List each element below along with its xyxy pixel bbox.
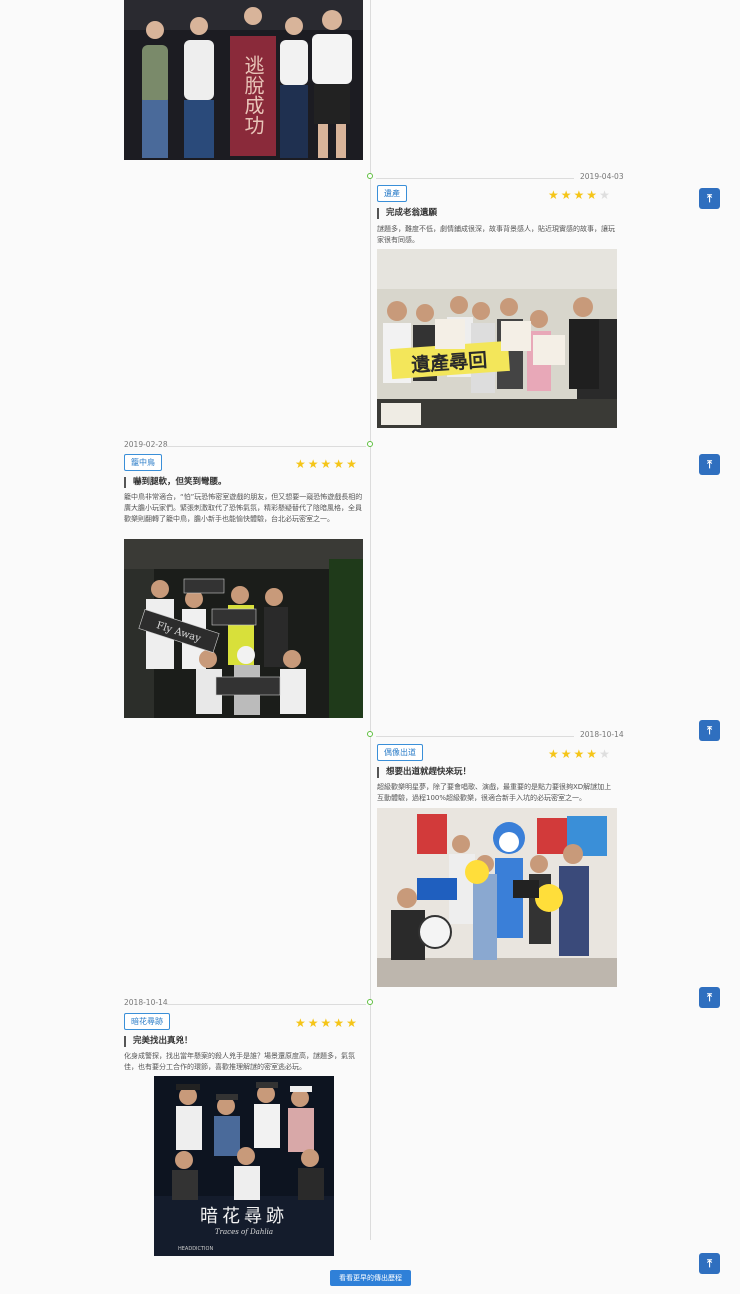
star-icon: ★ bbox=[586, 747, 600, 761]
timeline-dot bbox=[367, 731, 373, 737]
rating-stars: ★★★★★ bbox=[548, 747, 612, 761]
star-icon: ★ bbox=[586, 188, 600, 202]
star-icon: ★ bbox=[295, 1016, 308, 1030]
entry-photo: 遺產尋回 bbox=[377, 249, 617, 428]
star-icon: ★ bbox=[548, 747, 561, 761]
star-icon: ★ bbox=[560, 188, 574, 202]
star-icon: ★ bbox=[307, 1016, 321, 1030]
room-tag[interactable]: 遺產 bbox=[377, 185, 407, 202]
divider bbox=[166, 446, 366, 447]
entry-date: 2018-10-14 bbox=[580, 730, 624, 739]
back-to-top-button[interactable]: ⤒ bbox=[699, 454, 720, 475]
entry-title: 完美找出真兇！ bbox=[124, 1036, 193, 1047]
arrow-up-to-line-icon: ⤒ bbox=[707, 458, 712, 471]
room-tag[interactable]: 暗花尋跡 bbox=[124, 1013, 170, 1030]
divider bbox=[166, 1004, 366, 1005]
divider bbox=[376, 736, 574, 737]
star-icon: ★ bbox=[346, 1016, 359, 1030]
back-to-top-button[interactable]: ⤒ bbox=[699, 1253, 720, 1274]
star-icon: ★ bbox=[307, 457, 321, 471]
entry-description: 謎題多，難度不低，劇情鋪成很深，故事背景感人，貼近現實感的故事，讓玩家很有同感。 bbox=[377, 225, 615, 244]
entry-photo: 暗花尋跡 Traces of Dahlia HEADDICTION bbox=[154, 1076, 334, 1256]
star-icon: ★ bbox=[548, 188, 561, 202]
star-icon: ★ bbox=[599, 747, 612, 761]
back-to-top-button[interactable]: ⤒ bbox=[699, 720, 720, 741]
photo-sign-text: 逃脫成功 bbox=[241, 55, 265, 135]
timeline-dot bbox=[367, 173, 373, 179]
star-icon: ★ bbox=[320, 457, 334, 471]
entry-description: 化身成警探，找出當年懸案的殺人兇手是誰？場景還原度高，謎題多，氣氛佳，也有要分工… bbox=[124, 1052, 355, 1071]
entry-date: 2018-10-14 bbox=[124, 998, 168, 1007]
star-icon: ★ bbox=[333, 457, 347, 471]
rating-stars: ★★★★★ bbox=[295, 1016, 359, 1030]
divider bbox=[376, 178, 574, 179]
star-icon: ★ bbox=[295, 457, 308, 471]
entry-photo bbox=[377, 808, 617, 987]
photo-sign-text: 暗花尋跡 bbox=[200, 1206, 288, 1227]
entry-description: 籠中鳥非常適合，“怕”玩恐怖密室遊戲的朋友，但又想要一窺恐怖遊戲長相的廣大膽小玩… bbox=[124, 493, 363, 523]
room-tag[interactable]: 偶像出道 bbox=[377, 744, 423, 761]
entry-title: 嚇到腿軟，但笑到彎腰。 bbox=[124, 477, 227, 488]
back-to-top-button[interactable]: ⤒ bbox=[699, 188, 720, 209]
star-icon: ★ bbox=[573, 188, 587, 202]
arrow-up-to-line-icon: ⤒ bbox=[707, 724, 712, 737]
star-icon: ★ bbox=[333, 1016, 347, 1030]
entry-date: 2019-04-03 bbox=[580, 172, 624, 181]
star-icon: ★ bbox=[346, 457, 359, 471]
photo-subtitle-text: Traces of Dahlia bbox=[215, 1228, 273, 1236]
arrow-up-to-line-icon: ⤒ bbox=[707, 991, 712, 1004]
rating-stars: ★★★★★ bbox=[295, 457, 359, 471]
star-icon: ★ bbox=[573, 747, 587, 761]
timeline-dot bbox=[367, 441, 373, 447]
arrow-up-to-line-icon: ⤒ bbox=[707, 1257, 712, 1270]
room-tag[interactable]: 籠中鳥 bbox=[124, 454, 162, 471]
arrow-up-to-line-icon: ⤒ bbox=[707, 192, 712, 205]
photo-brand-text: HEADDICTION bbox=[178, 1246, 213, 1252]
entry-photo-previous: 逃脫成功 bbox=[124, 0, 363, 160]
entry-date: 2019-02-28 bbox=[124, 440, 168, 449]
rating-stars: ★★★★★ bbox=[548, 188, 612, 202]
entry-title: 想要出道就趕快來玩！ bbox=[377, 767, 471, 778]
entry-title: 完成老翁遺願 bbox=[377, 208, 437, 219]
load-more-button[interactable]: 看看更早的傳出歷程 bbox=[330, 1270, 411, 1286]
back-to-top-button[interactable]: ⤒ bbox=[699, 987, 720, 1008]
entry-photo: Fly Away bbox=[124, 539, 363, 718]
star-icon: ★ bbox=[320, 1016, 334, 1030]
timeline-axis bbox=[370, 0, 371, 1240]
entry-description: 超級歡樂明星夢，除了要會唱歌、演戲，最重要的是點力要很夠XD解謎加上互動體驗，過… bbox=[377, 783, 612, 802]
star-icon: ★ bbox=[599, 188, 612, 202]
star-icon: ★ bbox=[560, 747, 574, 761]
timeline-dot bbox=[367, 999, 373, 1005]
